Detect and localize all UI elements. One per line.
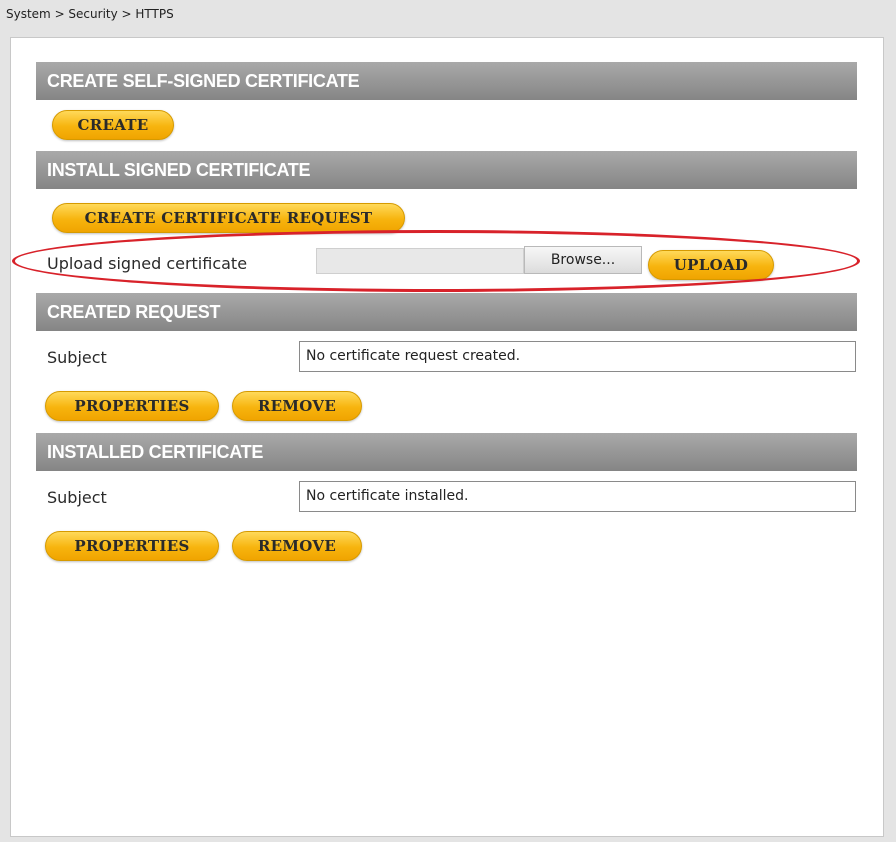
created-request-section-header: CREATED REQUEST <box>36 293 857 331</box>
breadcrumb: System > Security > HTTPS <box>6 7 174 21</box>
request-properties-button[interactable]: PROPERTIES <box>45 391 219 421</box>
installed-properties-button[interactable]: PROPERTIES <box>45 531 219 561</box>
create-certificate-request-button[interactable]: CREATE CERTIFICATE REQUEST <box>52 203 405 233</box>
upload-button[interactable]: UPLOAD <box>648 250 774 280</box>
installed-certificate-section-header: INSTALLED CERTIFICATE <box>36 433 857 471</box>
browse-button[interactable]: Browse... <box>524 246 642 274</box>
installed-subject-value: No certificate installed. <box>299 481 856 512</box>
request-subject-value: No certificate request created. <box>299 341 856 372</box>
request-remove-button[interactable]: REMOVE <box>232 391 362 421</box>
self-signed-section-header: CREATE SELF-SIGNED CERTIFICATE <box>36 62 857 100</box>
installed-remove-button[interactable]: REMOVE <box>232 531 362 561</box>
file-path-field[interactable] <box>316 248 524 274</box>
request-subject-label: Subject <box>47 348 107 367</box>
create-button[interactable]: CREATE <box>52 110 174 140</box>
upload-certificate-label: Upload signed certificate <box>47 254 248 273</box>
install-signed-section-header: INSTALL SIGNED CERTIFICATE <box>36 151 857 189</box>
installed-subject-label: Subject <box>47 488 107 507</box>
